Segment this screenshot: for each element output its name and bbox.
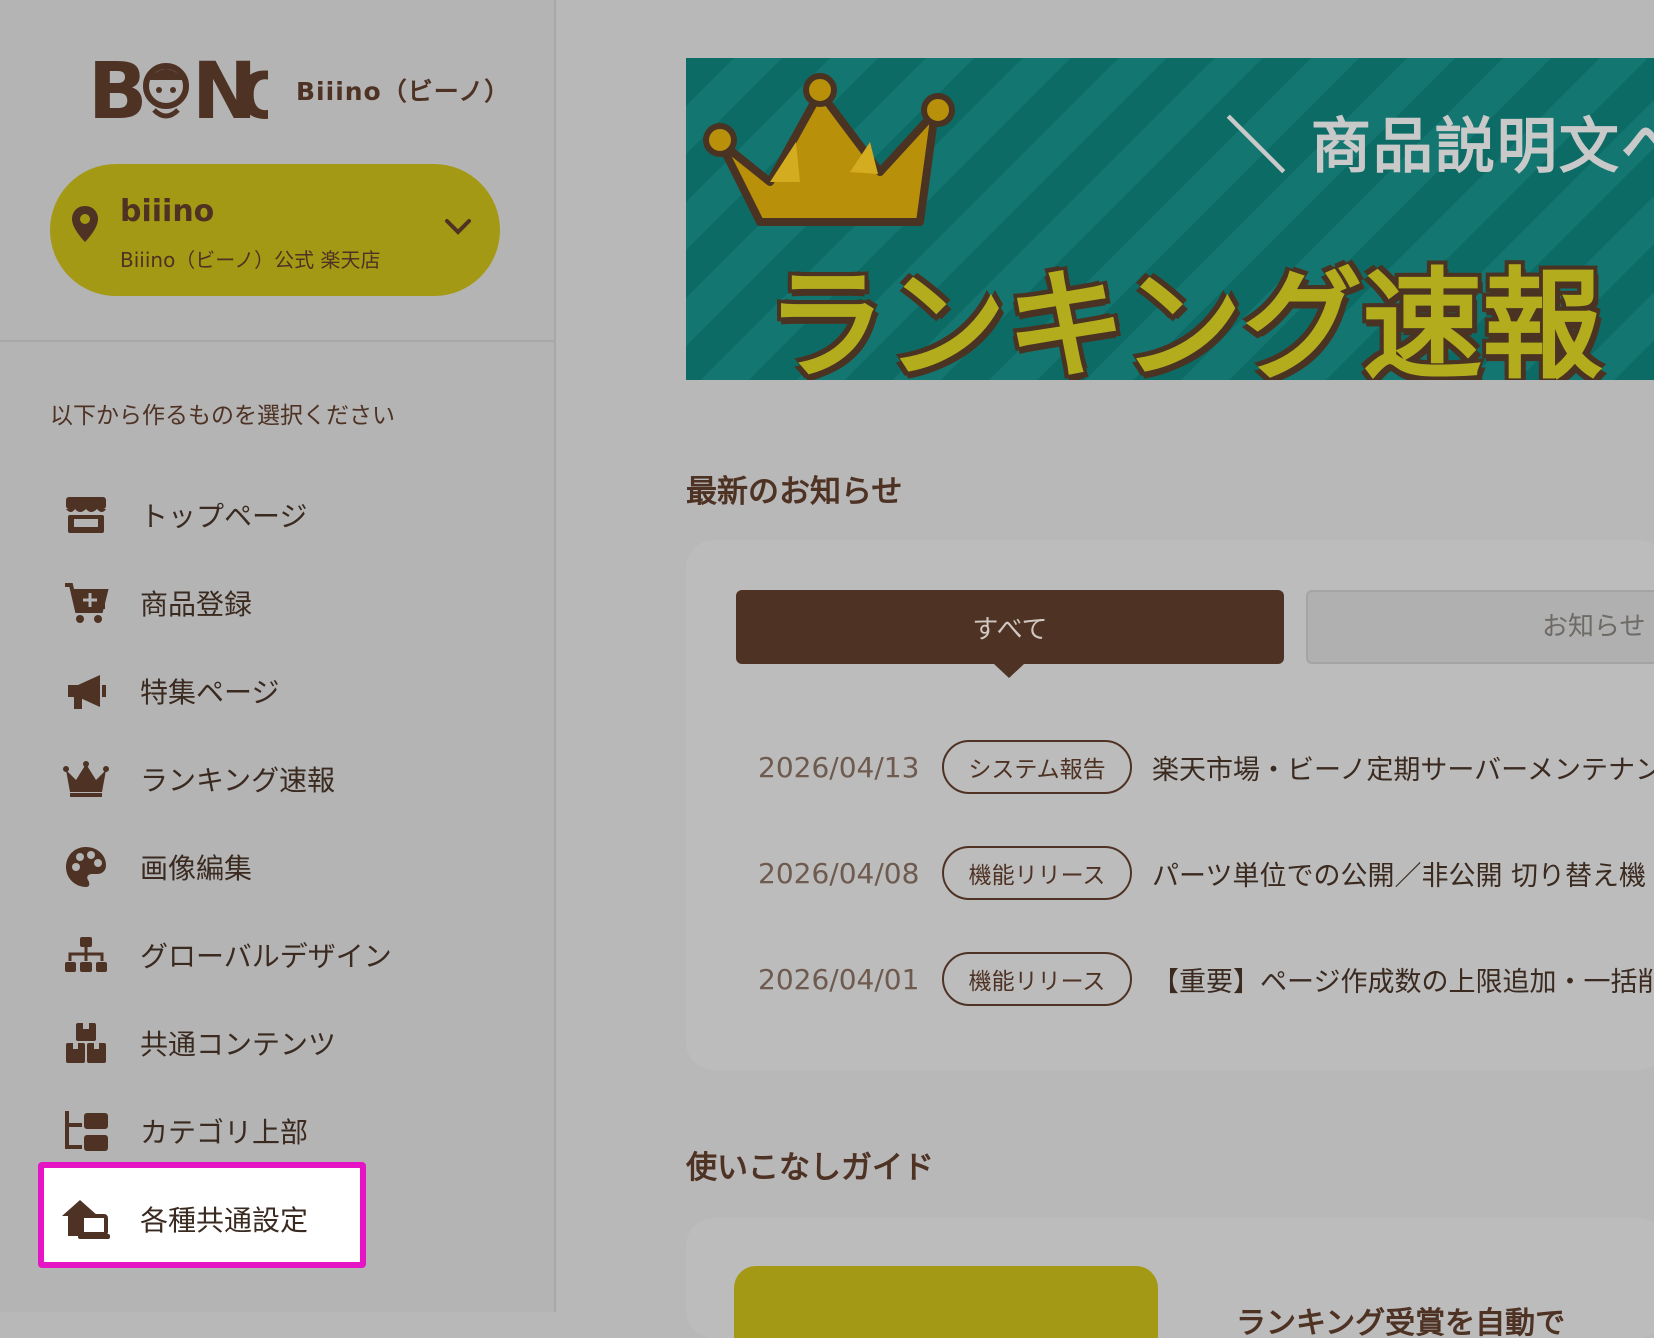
guide-item-title: ランキング受賞を自動で xyxy=(1236,1306,1566,1338)
sidebar-item-feature-page[interactable]: 特集ページ xyxy=(60,661,279,721)
news-badge: 機能リリース xyxy=(942,846,1132,900)
tab-all[interactable]: すべて xyxy=(736,590,1284,678)
news-date: 2026/04/13 xyxy=(758,750,920,784)
cart-plus-icon xyxy=(60,577,112,629)
sidebar-item-label: 商品登録 xyxy=(140,588,253,621)
news-section-title: 最新のお知らせ xyxy=(686,474,903,510)
folder-tree-icon xyxy=(60,1105,112,1157)
sidebar-prompt: 以下から作るものを選択ください xyxy=(50,403,395,429)
svg-text:O: O xyxy=(238,60,268,134)
news-text: 【重要】ページ作成数の上限追加・一括削 xyxy=(1152,966,1654,998)
crown-icon xyxy=(703,73,955,226)
tab-notice[interactable]: お知らせ xyxy=(1306,590,1654,664)
store-name: biiino xyxy=(120,194,215,229)
sidebar-item-label: 共通コンテンツ xyxy=(140,1028,337,1061)
sidebar-item-common-content[interactable]: 共通コンテンツ xyxy=(60,1013,336,1073)
banner-subtitle: ＼ 商品説明文への xyxy=(1226,112,1654,182)
svg-text:B: B xyxy=(88,47,147,137)
sidebar-item-label: カテゴリ上部 xyxy=(140,1116,309,1149)
guide-section-title: 使いこなしガイド xyxy=(686,1150,934,1186)
sidebar-item-global-design[interactable]: グローバルデザイン xyxy=(60,925,392,985)
store-selector[interactable]: biiino Biiino（ビーノ）公式 楽天店 xyxy=(50,164,500,296)
sidebar-item-label: ランキング速報 xyxy=(140,764,336,797)
sidebar-item-product-registration[interactable]: 商品登録 xyxy=(60,573,252,633)
storefront-icon xyxy=(60,489,112,541)
store-subtitle: Biiino（ビーノ）公式 楽天店 xyxy=(120,248,381,272)
guide-thumbnail xyxy=(734,1266,1158,1338)
sidebar-item-image-edit[interactable]: 画像編集 xyxy=(60,837,252,897)
brand-name: Biiino（ビーノ） xyxy=(296,77,511,106)
news-text: 楽天市場・ビーノ定期サーバーメンテナン xyxy=(1152,754,1654,786)
house-laptop-icon xyxy=(60,1193,112,1245)
news-date: 2026/04/08 xyxy=(758,856,920,890)
sidebar-item-label: グローバルデザイン xyxy=(140,940,392,973)
sidebar-item-label: 各種共通設定 xyxy=(140,1204,309,1237)
sidebar-item-top-page[interactable]: トップページ xyxy=(60,485,307,545)
megaphone-icon xyxy=(60,665,112,717)
sidebar-item-label: 画像編集 xyxy=(140,852,253,885)
news-text: パーツ単位での公開／非公開 切り替え機 xyxy=(1152,860,1647,892)
boxes-icon xyxy=(60,1017,112,1069)
biino-logo: B N O xyxy=(88,47,268,137)
sidebar-item-ranking[interactable]: ランキング速報 xyxy=(60,749,335,809)
guide-card[interactable]: ランキング受賞を自動で xyxy=(686,1218,1654,1338)
sidebar-item-category-top[interactable]: カテゴリ上部 xyxy=(60,1101,308,1161)
main-content: ＼ 商品説明文への ランキング速報 最新のお知らせ すべて お知らせ 2026/… xyxy=(556,0,1654,1338)
news-badge: 機能リリース xyxy=(942,952,1132,1006)
brand[interactable]: B N O Biiino（ビーノ） xyxy=(88,40,510,140)
palette-icon xyxy=(60,841,112,893)
crown-icon xyxy=(60,753,112,805)
sidebar-item-label: 特集ページ xyxy=(140,676,280,709)
news-badge: システム報告 xyxy=(942,740,1132,794)
news-date: 2026/04/01 xyxy=(758,962,920,996)
sidebar-item-common-settings[interactable]: 各種共通設定 xyxy=(60,1189,308,1249)
map-pin-icon xyxy=(72,206,98,242)
sidebar: B N O Biiino（ビーノ） biiino Biiino（ビーノ）公式 楽… xyxy=(0,0,556,1312)
chevron-down-icon xyxy=(445,219,471,235)
sidebar-item-label: トップページ xyxy=(140,500,308,533)
ranking-banner[interactable]: ＼ 商品説明文への ランキング速報 xyxy=(686,58,1654,380)
sitemap-icon xyxy=(60,929,112,981)
banner-title: ランキング速報 xyxy=(766,257,1603,380)
sidebar-divider xyxy=(0,340,556,342)
news-card: すべて お知らせ 2026/04/13 システム報告 楽天市場・ビーノ定期サーバ… xyxy=(686,540,1654,1070)
